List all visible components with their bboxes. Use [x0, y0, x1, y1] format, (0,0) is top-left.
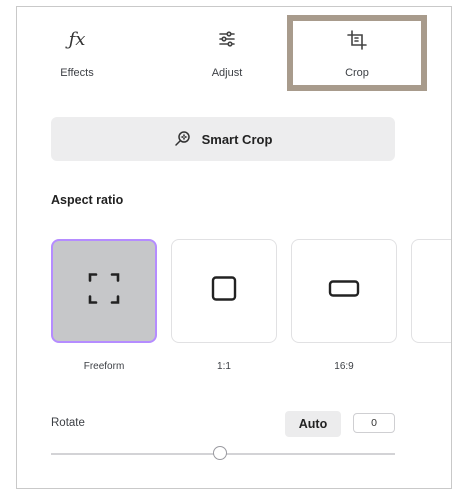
auto-rotate-button[interactable]: Auto	[285, 411, 341, 437]
aspect-16-9-option[interactable]	[291, 239, 397, 343]
aspect-ratio-heading: Aspect ratio	[51, 193, 124, 207]
aspect-1-1-option[interactable]	[171, 239, 277, 343]
square-icon	[211, 276, 237, 307]
freeform-corners-icon	[87, 272, 121, 311]
tab-adjust[interactable]: Adjust	[167, 15, 287, 91]
tab-effects[interactable]: ƒx Effects	[17, 15, 137, 91]
tab-crop[interactable]: Crop	[287, 15, 427, 91]
smart-crop-button[interactable]: Smart Crop	[51, 117, 395, 161]
fx-icon: ƒx	[68, 29, 86, 50]
crop-panel: ƒx Effects Adjust Crop Smart Crop Aspect…	[16, 6, 452, 489]
tab-adjust-label: Adjust	[211, 67, 243, 79]
rotate-slider-thumb[interactable]	[213, 446, 227, 460]
rotate-degree-input[interactable]	[353, 413, 395, 433]
crop-icon	[346, 29, 368, 56]
aspect-16-9-label: 16:9	[334, 361, 354, 372]
aspect-freeform-option[interactable]	[51, 239, 157, 343]
aspect-freeform-label: Freeform	[83, 361, 125, 372]
smart-crop-label: Smart Crop	[201, 131, 273, 147]
sliders-icon	[217, 29, 237, 54]
aspect-more-option[interactable]	[411, 239, 451, 343]
tab-effects-label: Effects	[60, 67, 94, 79]
aspect-1-1-label: 1:1	[217, 361, 231, 372]
magic-search-icon	[174, 130, 202, 148]
tab-crop-label: Crop	[345, 67, 369, 79]
wide-rectangle-icon	[328, 280, 360, 303]
rotate-label: Rotate	[51, 417, 85, 429]
